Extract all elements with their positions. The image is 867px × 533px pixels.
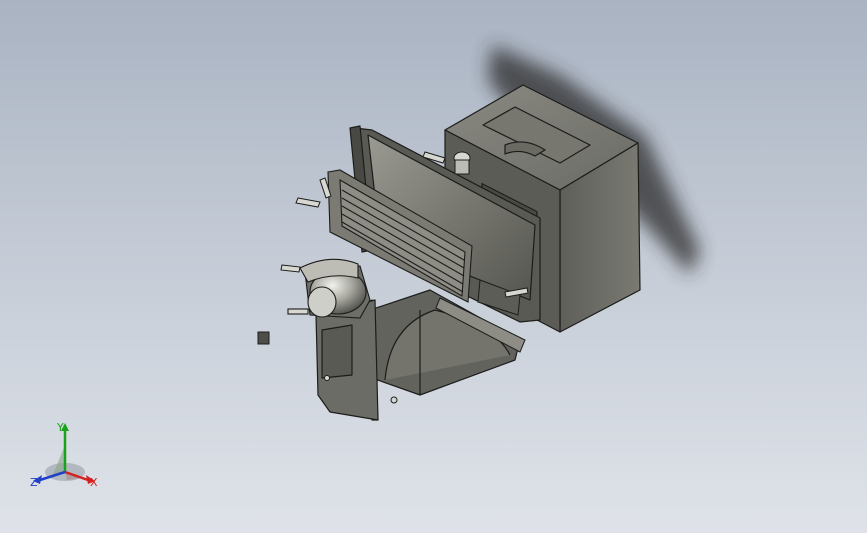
x-axis-label: X bbox=[90, 476, 98, 489]
blower-inlet bbox=[307, 286, 337, 318]
fitting-post bbox=[454, 159, 470, 175]
y-axis-label: Y bbox=[57, 421, 64, 434]
z-axis-label: Z bbox=[30, 476, 38, 489]
graphics-viewport[interactable]: Y X Z bbox=[0, 0, 867, 533]
bolt bbox=[390, 396, 398, 404]
bolt bbox=[324, 375, 330, 381]
cad-assembly-model[interactable] bbox=[0, 0, 867, 533]
left-panel-window bbox=[321, 324, 353, 379]
clip-part bbox=[257, 331, 270, 345]
handle-icon bbox=[295, 197, 321, 208]
blower-shaft bbox=[287, 308, 309, 315]
left-panel bbox=[315, 299, 379, 421]
handle-icon bbox=[280, 264, 301, 273]
blower-assembly bbox=[287, 258, 371, 319]
